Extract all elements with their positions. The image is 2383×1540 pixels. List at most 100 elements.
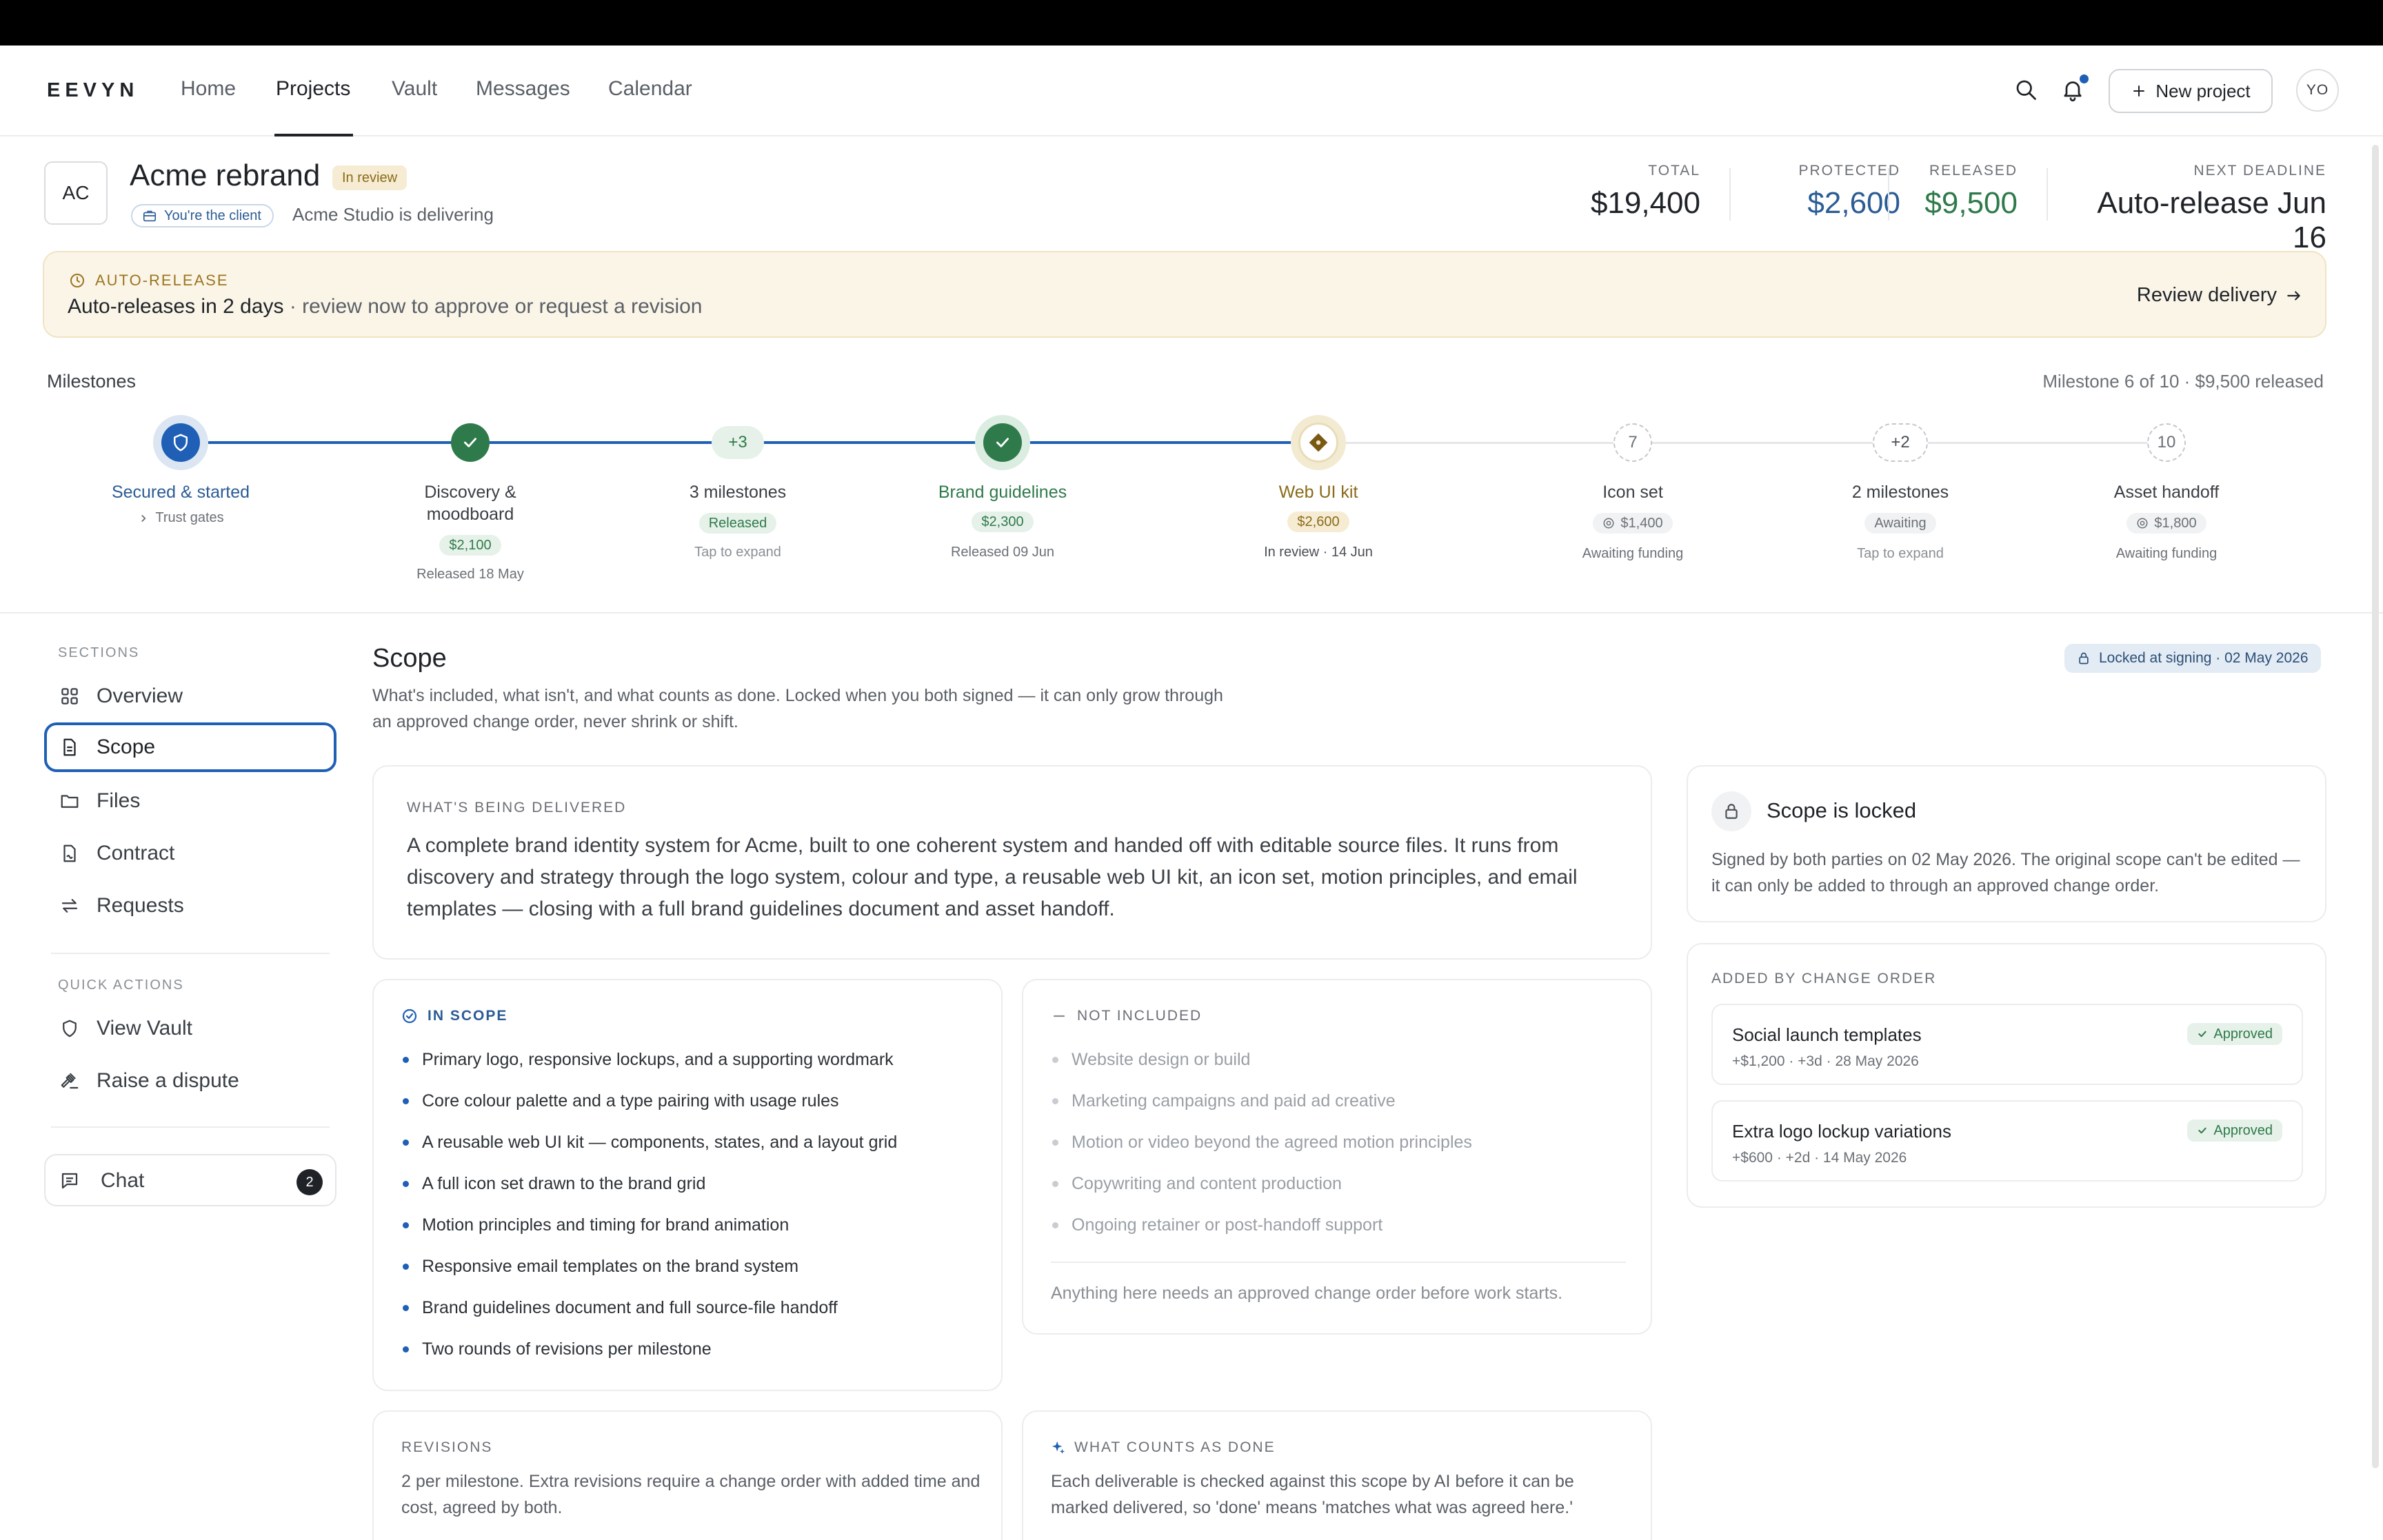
milestone-node-icon-set[interactable]: 7 [1613,423,1652,462]
milestone-group-node[interactable]: +2 [1873,423,1928,462]
eye-icon [1602,517,1615,529]
sidebar-item-files[interactable]: Files [44,778,336,824]
milestone-sub: In review · 14 Jun [1264,545,1373,560]
avatar[interactable]: YO [2296,69,2339,112]
raise-dispute-action[interactable]: Raise a dispute [44,1057,336,1104]
stat-total-label: TOTAL [1648,163,1700,179]
delivered-text: A complete brand identity system for Acm… [407,834,1578,920]
lock-icon [1711,791,1751,831]
milestone-title: Icon set [1602,483,1663,502]
stat-deadline-value: Auto-release Jun 16 [2097,186,2326,254]
role-pill: You're the client [131,204,274,227]
sidebar-item-scope[interactable]: Scope [44,722,336,772]
stat-total: TOTAL $19,400 [1572,163,1700,221]
chat-label: Chat [101,1169,145,1192]
nav-calendar[interactable]: Calendar [608,77,692,101]
check-icon [2197,1125,2208,1136]
role-pill-label: You're the client [164,207,261,223]
change-order-row[interactable]: Extra logo lockup variations +$600 · +2d… [1711,1100,2303,1182]
chevron-right-icon [137,512,150,525]
change-order-row[interactable]: Social launch templates +$1,200 · +3d · … [1711,1004,2303,1085]
scrollbar[interactable] [2372,145,2379,1468]
review-delivery-button[interactable]: Review delivery [2137,284,2303,307]
sidebar-item-label: Files [97,789,141,812]
approved-badge: Approved [2187,1023,2282,1045]
sidebar-item-contract[interactable]: Contract [44,830,336,877]
check-icon [2197,1029,2208,1040]
list-item: Ongoing retainer or post-handoff support [1051,1215,1630,1256]
chat-icon [59,1171,80,1191]
stat-released: RELEASED $9,500 [1903,163,2018,221]
sidebar-item-overview[interactable]: Overview [44,673,336,720]
nav-projects[interactable]: Projects [276,77,350,101]
check-icon [983,423,1022,462]
auto-release-headline: Auto-releases in 2 days [68,295,284,318]
sidebar-item-label: Requests [97,894,184,917]
milestone-node-asset-handoff[interactable]: 10 [2147,423,2186,462]
list-item: A reusable web UI kit — components, stat… [401,1132,981,1173]
tap-to-expand[interactable]: Tap to expand [1797,546,2004,562]
sidebar-item-requests[interactable]: Requests [44,882,336,929]
trust-gates-toggle[interactable]: Trust gates [77,510,284,526]
delivered-card: WHAT'S BEING DELIVERED A complete brand … [372,765,1652,960]
stat-released-value: $9,500 [1924,186,2018,220]
quick-action-label: View Vault [97,1017,192,1040]
folder-icon [59,791,80,811]
milestone-title: Brand guidelines [938,483,1067,502]
nav-home[interactable]: Home [181,77,236,101]
search-icon[interactable] [2013,77,2041,105]
locked-pill-label: Locked at signing · 02 May 2026 [2099,650,2309,666]
delivering-text: Acme Studio is delivering [292,204,494,225]
change-orders-card: ADDED BY CHANGE ORDER Social launch temp… [1687,943,2326,1208]
new-project-button[interactable]: New project [2109,69,2273,113]
revisions-card: REVISIONS 2 per milestone. Extra revisio… [372,1410,1003,1540]
milestone-node-discovery[interactable] [451,423,490,462]
milestone-node-secured[interactable] [153,415,208,470]
view-vault-action[interactable]: View Vault [44,1005,336,1052]
grid-icon [59,686,80,707]
revisions-text: 2 per milestone. Extra revisions require… [401,1472,981,1517]
minus-icon [1051,1008,1067,1024]
milestone-sub: Released 09 Jun [950,545,1055,560]
review-delivery-label: Review delivery [2136,284,2277,306]
nav-vault[interactable]: Vault [392,77,437,101]
sidebar-item-label: Overview [97,685,183,707]
milestone-track-remaining [1318,442,2166,444]
milestone-pill-wrap: Awaiting [1831,513,1969,534]
stat-divider [2047,168,2048,221]
auto-release-text: Auto-releases in 2 days · review now to … [68,295,702,318]
page-title: Acme rebrand [130,159,321,192]
milestone-amount-wrap: $2,300 [968,511,1037,532]
list-item: Brand guidelines document and full sourc… [401,1297,981,1339]
change-orders-label: ADDED BY CHANGE ORDER [1711,971,1937,986]
lock-icon [2077,651,2091,665]
list-item: A full icon set drawn to the brand grid [401,1173,981,1215]
app-logo[interactable]: EEVYN [47,79,139,102]
trust-gates-label: Trust gates [155,510,224,525]
project-avatar: AC [44,161,108,225]
stat-protected: PROTECTED $2,600 [1751,163,1900,221]
auto-release-subtext: · review now to approve or request a rev… [283,295,703,318]
milestone-amount-wrap: $1,400 [1564,513,1702,534]
milestone-node-web-ui-kit[interactable] [1291,415,1346,470]
milestone-amount-wrap: $1,800 [2098,513,2235,534]
change-order-meta: +$600 · +2d · 14 May 2026 [1732,1150,1907,1166]
scope-locked-title: Scope is locked [1767,798,1917,822]
milestone-group-node[interactable]: +3 [712,426,764,459]
scope-description: What's included, what isn't, and what co… [372,686,1223,731]
plus-icon [2131,83,2147,99]
milestones-summary: Milestone 6 of 10 · $9,500 released [2042,371,2324,392]
contract-icon [59,843,80,864]
window-top-bar [0,0,2383,45]
nav-messages[interactable]: Messages [476,77,570,101]
approved-label: Approved [2213,1026,2273,1042]
shield-icon [59,1018,80,1039]
in-scope-heading: IN SCOPE [401,1008,507,1024]
list-item: Two rounds of revisions per milestone [401,1339,981,1380]
done-text: Each deliverable is checked against this… [1051,1472,1574,1517]
status-badge: In review [332,165,408,190]
chat-button[interactable]: Chat 2 [44,1154,336,1206]
tap-to-expand[interactable]: Tap to expand [634,545,841,560]
milestone-amount: $2,300 [972,511,1034,532]
milestone-node-brand-guidelines[interactable] [975,415,1030,470]
